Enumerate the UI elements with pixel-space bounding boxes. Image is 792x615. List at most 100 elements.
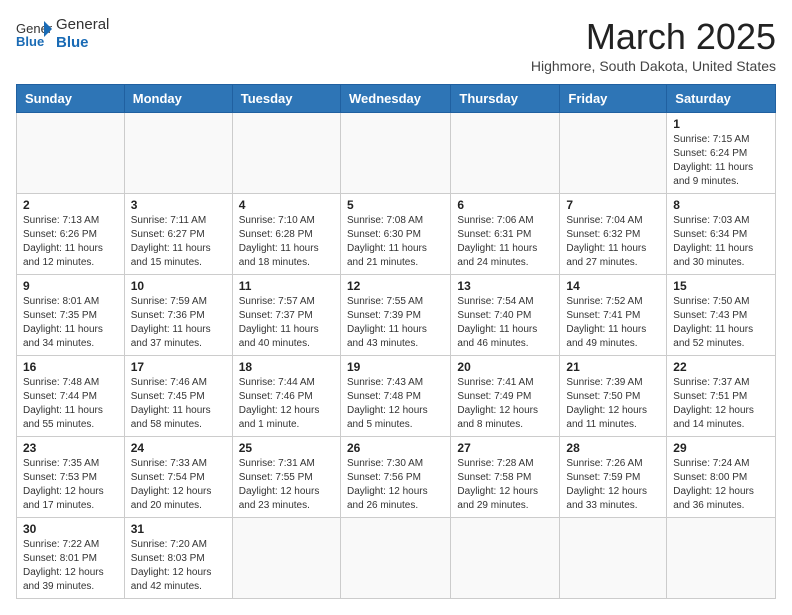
col-saturday: Saturday	[667, 85, 776, 113]
table-row: 7Sunrise: 7:04 AM Sunset: 6:32 PM Daylig…	[560, 194, 667, 275]
day-number: 19	[347, 360, 444, 374]
table-row: 13Sunrise: 7:54 AM Sunset: 7:40 PM Dayli…	[451, 275, 560, 356]
table-row: 8 Sunrise: 7:03 AM Sunset: 6:34 PM Daylig…	[667, 194, 776, 275]
svg-text:Blue: Blue	[16, 34, 44, 49]
logo: General Blue General Blue	[16, 16, 109, 52]
day-number: 31	[131, 522, 226, 536]
day-number: 27	[457, 441, 553, 455]
table-row	[232, 518, 340, 599]
table-row: 19 Sunrise: 7:43 AM Sunset: 7:48 PM Dayli…	[340, 356, 450, 437]
day-info: Sunrise: 7:28 AM Sunset: 7:58 PM Dayligh…	[457, 457, 553, 513]
day-info: Sunrise: 7:03 AM Sunset: 6:34 PM Dayligh…	[673, 214, 769, 270]
day-info: Sunrise: 7:35 AM Sunset: 7:53 PM Dayligh…	[23, 457, 118, 513]
table-row	[17, 113, 125, 194]
day-number: 10	[131, 279, 226, 293]
day-number: 2	[23, 198, 118, 212]
table-row: 30 Sunrise: 7:22 AM Sunset: 8:01 PM Dayli…	[17, 518, 125, 599]
table-row	[560, 113, 667, 194]
logo-blue-text: Blue	[56, 34, 109, 52]
location-subtitle: Highmore, South Dakota, United States	[531, 58, 776, 74]
day-number: 30	[23, 522, 118, 536]
table-row: 29 Sunrise: 7:24 AM Sunset: 8:00 PM Dayli…	[667, 437, 776, 518]
calendar-week-row: 2 Sunrise: 7:13 AM Sunset: 6:26 PM Daylig…	[17, 194, 776, 275]
table-row	[232, 113, 340, 194]
day-info: Sunrise: 7:22 AM Sunset: 8:01 PM Dayligh…	[23, 538, 118, 594]
calendar-table: Sunday Monday Tuesday Wednesday Thursday…	[16, 84, 776, 599]
day-number: 28	[566, 441, 660, 455]
table-row: 9Sunrise: 8:01 AM Sunset: 7:35 PM Daylig…	[17, 275, 125, 356]
day-number: 6	[457, 198, 553, 212]
day-number: 4	[239, 198, 334, 212]
day-info: Sunrise: 7:04 AM Sunset: 6:32 PM Dayligh…	[566, 214, 660, 270]
table-row: 21 Sunrise: 7:39 AM Sunset: 7:50 PM Dayli…	[560, 356, 667, 437]
month-title: March 2025	[531, 16, 776, 58]
page-header: General Blue General Blue March 2025 Hig…	[16, 16, 776, 74]
title-block: March 2025 Highmore, South Dakota, Unite…	[531, 16, 776, 74]
calendar-week-row: 9Sunrise: 8:01 AM Sunset: 7:35 PM Daylig…	[17, 275, 776, 356]
day-info: Sunrise: 7:13 AM Sunset: 6:26 PM Dayligh…	[23, 214, 118, 270]
col-thursday: Thursday	[451, 85, 560, 113]
table-row: 23 Sunrise: 7:35 AM Sunset: 7:53 PM Dayli…	[17, 437, 125, 518]
calendar-week-row: 1 Sunrise: 7:15 AM Sunset: 6:24 PM Daylig…	[17, 113, 776, 194]
table-row: 2 Sunrise: 7:13 AM Sunset: 6:26 PM Daylig…	[17, 194, 125, 275]
col-sunday: Sunday	[17, 85, 125, 113]
day-number: 3	[131, 198, 226, 212]
day-number: 11	[239, 279, 334, 293]
day-info: Sunrise: 7:24 AM Sunset: 8:00 PM Dayligh…	[673, 457, 769, 513]
table-row: 31Sunrise: 7:20 AM Sunset: 8:03 PM Dayli…	[124, 518, 232, 599]
table-row: 4 Sunrise: 7:10 AM Sunset: 6:28 PM Daylig…	[232, 194, 340, 275]
day-number: 29	[673, 441, 769, 455]
calendar-header-row: Sunday Monday Tuesday Wednesday Thursday…	[17, 85, 776, 113]
day-number: 23	[23, 441, 118, 455]
day-info: Sunrise: 7:48 AM Sunset: 7:44 PM Dayligh…	[23, 376, 118, 432]
day-number: 25	[239, 441, 334, 455]
day-info: Sunrise: 7:10 AM Sunset: 6:28 PM Dayligh…	[239, 214, 334, 270]
day-info: Sunrise: 7:52 AM Sunset: 7:41 PM Dayligh…	[566, 295, 660, 351]
table-row: 12Sunrise: 7:55 AM Sunset: 7:39 PM Dayli…	[340, 275, 450, 356]
day-info: Sunrise: 7:57 AM Sunset: 7:37 PM Dayligh…	[239, 295, 334, 351]
day-info: Sunrise: 7:08 AM Sunset: 6:30 PM Dayligh…	[347, 214, 444, 270]
day-number: 9	[23, 279, 118, 293]
day-info: Sunrise: 7:43 AM Sunset: 7:48 PM Dayligh…	[347, 376, 444, 432]
day-number: 21	[566, 360, 660, 374]
logo-icon: General Blue	[16, 19, 52, 49]
day-info: Sunrise: 7:50 AM Sunset: 7:43 PM Dayligh…	[673, 295, 769, 351]
day-info: Sunrise: 7:26 AM Sunset: 7:59 PM Dayligh…	[566, 457, 660, 513]
table-row: 18 Sunrise: 7:44 AM Sunset: 7:46 PM Dayli…	[232, 356, 340, 437]
day-number: 14	[566, 279, 660, 293]
col-friday: Friday	[560, 85, 667, 113]
day-number: 18	[239, 360, 334, 374]
table-row: 25Sunrise: 7:31 AM Sunset: 7:55 PM Dayli…	[232, 437, 340, 518]
day-number: 24	[131, 441, 226, 455]
day-number: 5	[347, 198, 444, 212]
day-number: 8	[673, 198, 769, 212]
day-info: Sunrise: 7:15 AM Sunset: 6:24 PM Dayligh…	[673, 133, 769, 189]
day-info: Sunrise: 7:44 AM Sunset: 7:46 PM Dayligh…	[239, 376, 334, 432]
day-info: Sunrise: 7:39 AM Sunset: 7:50 PM Dayligh…	[566, 376, 660, 432]
day-info: Sunrise: 7:41 AM Sunset: 7:49 PM Dayligh…	[457, 376, 553, 432]
table-row: 15Sunrise: 7:50 AM Sunset: 7:43 PM Dayli…	[667, 275, 776, 356]
table-row: 1 Sunrise: 7:15 AM Sunset: 6:24 PM Daylig…	[667, 113, 776, 194]
day-number: 1	[673, 117, 769, 131]
table-row: 6Sunrise: 7:06 AM Sunset: 6:31 PM Daylig…	[451, 194, 560, 275]
day-info: Sunrise: 7:11 AM Sunset: 6:27 PM Dayligh…	[131, 214, 226, 270]
table-row	[667, 518, 776, 599]
day-info: Sunrise: 7:33 AM Sunset: 7:54 PM Dayligh…	[131, 457, 226, 513]
day-info: Sunrise: 7:46 AM Sunset: 7:45 PM Dayligh…	[131, 376, 226, 432]
day-info: Sunrise: 7:59 AM Sunset: 7:36 PM Dayligh…	[131, 295, 226, 351]
calendar-week-row: 30 Sunrise: 7:22 AM Sunset: 8:01 PM Dayli…	[17, 518, 776, 599]
day-number: 17	[131, 360, 226, 374]
table-row: 5 Sunrise: 7:08 AM Sunset: 6:30 PM Daylig…	[340, 194, 450, 275]
table-row	[451, 518, 560, 599]
day-info: Sunrise: 7:37 AM Sunset: 7:51 PM Dayligh…	[673, 376, 769, 432]
day-info: Sunrise: 7:30 AM Sunset: 7:56 PM Dayligh…	[347, 457, 444, 513]
table-row: 28 Sunrise: 7:26 AM Sunset: 7:59 PM Dayli…	[560, 437, 667, 518]
day-number: 12	[347, 279, 444, 293]
table-row: 20Sunrise: 7:41 AM Sunset: 7:49 PM Dayli…	[451, 356, 560, 437]
table-row	[340, 113, 450, 194]
col-tuesday: Tuesday	[232, 85, 340, 113]
day-number: 13	[457, 279, 553, 293]
table-row	[560, 518, 667, 599]
table-row: 16Sunrise: 7:48 AM Sunset: 7:44 PM Dayli…	[17, 356, 125, 437]
day-number: 26	[347, 441, 444, 455]
